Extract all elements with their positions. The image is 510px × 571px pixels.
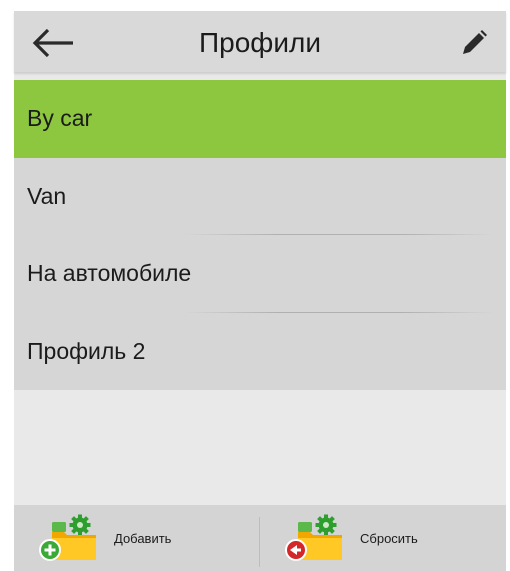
reset-profiles-label: Сбросить [360, 530, 418, 546]
profile-item-by-car[interactable]: By car [14, 80, 506, 158]
profile-item-label: Van [27, 182, 67, 209]
profiles-screen: Профили By car Van На автомобиле Профиль… [14, 11, 506, 571]
profile-item-label: На автомобиле [27, 260, 192, 287]
pencil-icon [463, 30, 487, 54]
arrow-left-icon [32, 28, 73, 58]
page-title: Профили [199, 27, 321, 58]
back-button[interactable] [28, 23, 78, 63]
add-profile-label: Добавить [114, 530, 172, 546]
edit-button[interactable] [454, 25, 494, 61]
profile-item-van[interactable]: Van [14, 158, 506, 235]
toolbar-separator [259, 517, 260, 567]
gear-icon [315, 514, 337, 536]
profile-item-label: Профиль 2 [27, 337, 146, 364]
profile-item-profil-2[interactable]: Профиль 2 [14, 313, 506, 391]
bottom-toolbar: Добавить Сбросить [14, 505, 506, 571]
profile-item-label: By car [27, 105, 93, 132]
reset-profiles-button[interactable]: Сбросить [284, 505, 504, 571]
gear-icon [69, 514, 91, 536]
reset-folder-icon [285, 514, 342, 561]
profile-item-na-avtomobile[interactable]: На автомобиле [14, 235, 506, 313]
add-profile-button[interactable]: Добавить [38, 505, 258, 571]
top-bar: Профили [14, 11, 506, 72]
add-folder-icon [39, 514, 96, 561]
profile-list: By car Van На автомобиле Профиль 2 [14, 80, 506, 390]
